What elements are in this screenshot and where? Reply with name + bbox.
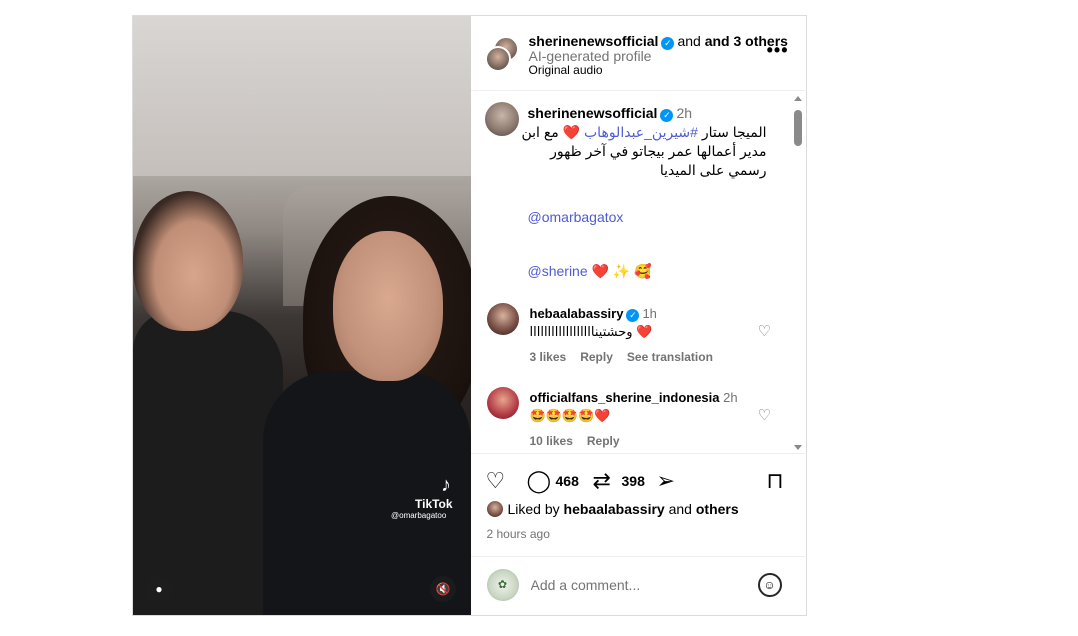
comment-likes[interactable]: 3 likes bbox=[530, 350, 567, 364]
comment-avatar[interactable] bbox=[486, 303, 519, 335]
heart-outline-icon: ♡ bbox=[757, 407, 771, 424]
post-card: ♪ TikTok @omarbagatoo ● 🔇 sherinenewsoff… bbox=[132, 15, 807, 616]
comment-avatar[interactable] bbox=[486, 387, 519, 419]
caption-time: 2h bbox=[676, 105, 693, 121]
caption-hashtag[interactable]: #شيرين_عبدالوهاب bbox=[584, 124, 698, 140]
liked-by-prefix: Liked by bbox=[507, 501, 564, 517]
comments-list[interactable]: sherinenewsofficial ✓ 2h الميجا ستار #شيري… bbox=[470, 92, 807, 454]
comment-button[interactable]: ◯ bbox=[527, 468, 552, 494]
like-button[interactable]: ♡ bbox=[486, 468, 506, 494]
scroll-up-arrow-icon[interactable] bbox=[793, 96, 802, 101]
caption-mention-sherine[interactable]: @sherine bbox=[528, 263, 588, 279]
comment-like-button[interactable]: ♡ bbox=[758, 322, 771, 340]
post-header: sherinenewsofficial ✓ and and 3 others AI-… bbox=[470, 16, 807, 91]
comment-username[interactable]: hebaalabassiry bbox=[530, 306, 624, 321]
smiley-icon: ☺ bbox=[763, 578, 776, 592]
repost-count: 398 bbox=[621, 473, 645, 489]
tiktok-watermark: TikTok bbox=[415, 497, 453, 511]
comment-like-button[interactable]: ♡ bbox=[758, 406, 771, 424]
heart-emoji-icon: ❤️ bbox=[562, 124, 584, 140]
caption-mention-omar[interactable]: @omarbagatox bbox=[528, 209, 624, 225]
add-comment-bar: ✿ ☺ bbox=[470, 556, 807, 615]
comment-meta: 10 likes Reply bbox=[530, 434, 634, 448]
comment-likes[interactable]: 10 likes bbox=[530, 434, 573, 448]
verified-badge-icon: ✓ bbox=[626, 309, 640, 322]
comment-text: وحشتيناااااااااااااااااا ❤️ bbox=[529, 324, 653, 339]
video-person-right-face bbox=[333, 231, 443, 381]
verified-badge-icon: ✓ bbox=[661, 37, 675, 50]
liked-by-and: and bbox=[664, 501, 696, 517]
post-timestamp[interactable]: 2 hours ago bbox=[487, 527, 550, 541]
tagged-users-button[interactable]: ● bbox=[146, 576, 172, 602]
caption-username[interactable]: sherinenewsofficial bbox=[528, 105, 658, 121]
verified-badge-icon: ✓ bbox=[660, 109, 674, 122]
comment-count: 468 bbox=[555, 473, 579, 489]
liked-by-user[interactable]: hebaalabassiry bbox=[564, 501, 665, 517]
bookmark-icon: ⊓ bbox=[766, 468, 784, 493]
liker-avatar[interactable] bbox=[486, 501, 503, 517]
author-username[interactable]: sherinenewsofficial bbox=[529, 33, 659, 49]
repost-icon: ⇄ bbox=[592, 468, 611, 493]
comment-time: 2h bbox=[723, 390, 738, 405]
scroll-down-arrow-icon[interactable] bbox=[793, 445, 802, 450]
tiktok-handle: @omarbagatoo bbox=[391, 511, 447, 520]
paper-plane-icon: ➢ bbox=[656, 468, 675, 493]
video-person-left-body bbox=[133, 311, 283, 615]
caption-author: sherinenewsofficial ✓ 2h bbox=[528, 105, 693, 122]
post-sidebar: sherinenewsofficial ✓ and and 3 others AI-… bbox=[470, 16, 807, 615]
comment-text: 🤩🤩🤩🤩❤️ bbox=[529, 408, 611, 423]
comment-meta: 3 likes Reply See translation bbox=[530, 350, 727, 364]
share-button[interactable]: ➢ bbox=[657, 468, 675, 494]
comment-author: officialfans_sherine_indonesia 2h bbox=[530, 390, 738, 405]
post-video[interactable]: ♪ TikTok @omarbagatoo ● 🔇 bbox=[133, 16, 471, 615]
person-icon: ● bbox=[155, 582, 163, 596]
current-user-avatar: ✿ bbox=[486, 569, 519, 601]
repost-button[interactable]: ⇄ bbox=[593, 468, 611, 494]
profile-subtitle: AI-generated profile bbox=[528, 48, 652, 64]
see-translation-button[interactable]: See translation bbox=[627, 350, 713, 364]
comment-reply-button[interactable]: Reply bbox=[587, 434, 620, 448]
heart-outline-icon: ♡ bbox=[485, 468, 506, 493]
comment-time: 1h bbox=[642, 306, 657, 321]
more-options-button[interactable]: ••• bbox=[767, 40, 789, 61]
action-bar: ♡ ◯ 468 ⇄ 398 ➢ ⊓ bbox=[471, 468, 807, 498]
comments-scrollbar[interactable] bbox=[793, 94, 803, 452]
caption-mention-sherine-line: @sherine ❤️ ✨ 🥰 bbox=[528, 263, 652, 280]
video-person-left-head bbox=[133, 191, 243, 331]
heart-outline-icon: ♡ bbox=[757, 323, 771, 340]
coauthors-and: and bbox=[677, 33, 705, 49]
caption-text: الميجا ستار #شيرين_عبدالوهاب ❤️ مع ابن م… bbox=[511, 123, 767, 180]
tiktok-logo-icon: ♪ bbox=[441, 474, 451, 496]
caption-emojis: ❤️ ✨ 🥰 bbox=[591, 263, 652, 279]
speaker-muted-icon: 🔇 bbox=[435, 582, 451, 596]
emoji-picker-button[interactable]: ☺ bbox=[757, 573, 782, 597]
save-button[interactable]: ⊓ bbox=[767, 468, 784, 494]
avatar bbox=[484, 46, 511, 72]
author-avatars[interactable] bbox=[484, 36, 519, 72]
scrollbar-thumb[interactable] bbox=[793, 110, 802, 146]
liked-by: Liked by hebaalabassiry and others bbox=[486, 501, 739, 517]
comment-username[interactable]: officialfans_sherine_indonesia bbox=[530, 390, 720, 405]
liked-by-others[interactable]: others bbox=[696, 501, 739, 517]
caption-text-part: الميجا ستار bbox=[697, 124, 767, 140]
more-horizontal-icon: ••• bbox=[766, 40, 789, 60]
audio-link[interactable]: Original audio bbox=[529, 63, 603, 77]
comment-input[interactable] bbox=[530, 577, 751, 593]
comment-reply-button[interactable]: Reply bbox=[580, 350, 613, 364]
video-background bbox=[133, 16, 471, 176]
comment-author: hebaalabassiry ✓ 1h bbox=[530, 306, 657, 322]
comment-bubble-icon: ◯ bbox=[526, 468, 552, 493]
mute-button[interactable]: 🔇 bbox=[430, 576, 456, 602]
